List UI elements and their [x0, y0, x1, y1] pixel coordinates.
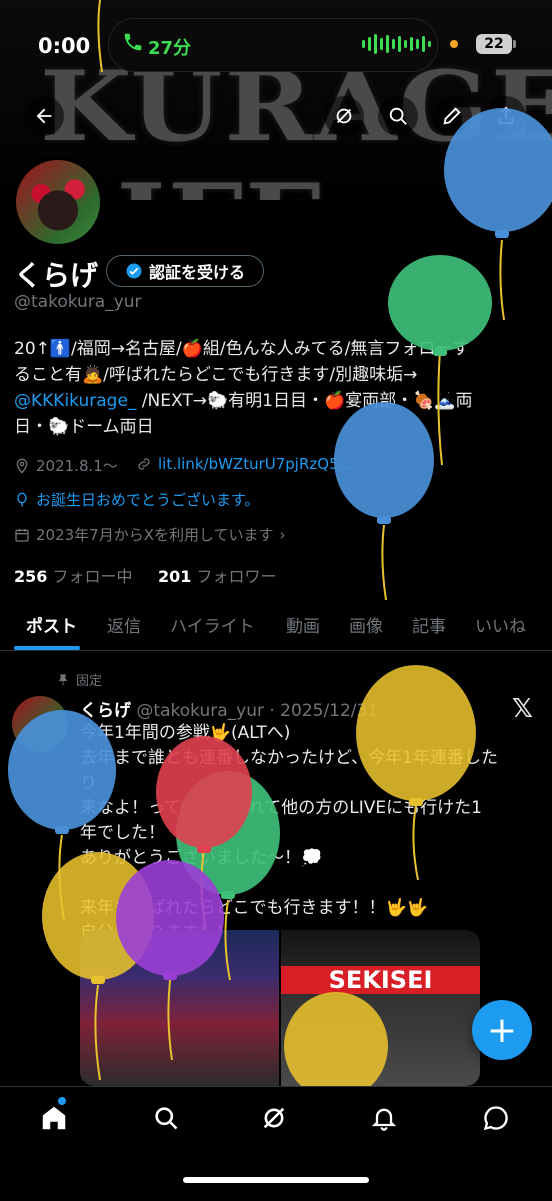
- battery-icon: 22: [476, 34, 512, 54]
- bio-line: ること有🙇/呼ばれたらどこでも行きます/別趣味垢→: [14, 365, 418, 385]
- chat-bubble-icon: [483, 1106, 508, 1131]
- profile-handle: @takokura_yur: [14, 292, 142, 312]
- bio-mention-link[interactable]: @KKKikurage_: [14, 391, 136, 411]
- active-tab-indicator: [14, 646, 80, 650]
- nav-home[interactable]: [34, 1098, 74, 1138]
- post-line: 年でした！: [80, 823, 165, 843]
- bio-line-rest: /NEXT→🐑有明1日目・🍎宴両部・🍖🗻両: [136, 391, 473, 411]
- mic-indicator-dot: [450, 40, 458, 48]
- phone-icon: [124, 33, 142, 51]
- banner-text: KURAGE LIFE: [40, 50, 552, 200]
- post-line: [80, 871, 500, 896]
- grok-icon: [263, 1107, 285, 1129]
- birthday-row: お誕生日おめでとうございます。: [14, 489, 260, 510]
- link-icon: [138, 458, 150, 470]
- tab-posts[interactable]: ポスト: [26, 612, 77, 637]
- joined-row[interactable]: 2023年7月からXを利用しています ›: [14, 524, 286, 545]
- post-line: 今年1年間の参戦🤟(ALTへ): [80, 723, 291, 743]
- tab-photos[interactable]: 画像: [349, 612, 383, 637]
- follow-stats: 256 フォロー中 201 フォロワー: [14, 563, 276, 587]
- post-line: 来なよ！って言ってくれて他の方のLIVEにも行けた1: [80, 798, 482, 818]
- tab-replies[interactable]: 返信: [107, 612, 141, 637]
- followers-count: 201: [157, 567, 192, 586]
- grok-button[interactable]: [324, 96, 364, 136]
- share-button[interactable]: [486, 96, 526, 136]
- joined-date: 2023年7月からXを利用しています: [36, 526, 274, 544]
- get-verified-label: 認証を受ける: [148, 263, 245, 282]
- post-image-1[interactable]: [80, 930, 279, 1086]
- chevron-right-icon: ›: [279, 525, 286, 544]
- home-notification-dot: [58, 1097, 66, 1105]
- tab-likes[interactable]: いいね: [475, 612, 526, 637]
- post-line: ありがとうございました～！💭: [80, 848, 323, 868]
- back-button[interactable]: [24, 96, 64, 136]
- profile-tabs: ポスト 返信 ハイライト 動画 画像 記事 いいね: [0, 598, 552, 651]
- bio-line: @KKKikurage_ /NEXT→🐑有明1日目・🍎宴両部・🍖🗻両: [14, 388, 534, 414]
- arrow-left-icon: [36, 108, 52, 124]
- followers-label: フォロワー: [196, 567, 277, 586]
- post-image-2[interactable]: SEKISEI: [281, 930, 480, 1086]
- post-text: 今年1年間の参戦🤟(ALTへ) 去年まで誰とも連番しなかったけど、今年1年連番し…: [80, 721, 500, 946]
- search-icon: [155, 1107, 178, 1130]
- get-verified-button[interactable]: 認証を受ける: [106, 255, 264, 287]
- nav-notifications[interactable]: [364, 1098, 404, 1138]
- edit-button[interactable]: [432, 96, 472, 136]
- nav-messages[interactable]: [476, 1098, 516, 1138]
- post-author-name[interactable]: くらげ: [80, 701, 131, 721]
- birth-date-row: 2021.8.1～: [14, 455, 118, 476]
- birth-date: 2021.8.1～: [36, 457, 118, 475]
- post-header: くらげ @takokura_yur · 2025/12/31: [80, 696, 378, 721]
- tab-highlights[interactable]: ハイライト: [170, 612, 255, 637]
- website-link[interactable]: lit.link/bWZturU7pjRzQ5...: [158, 455, 353, 473]
- x-logo-icon[interactable]: 𝕏: [512, 694, 533, 724]
- following-label: フォロー中: [52, 567, 133, 586]
- verified-badge-icon: [126, 263, 142, 279]
- post-author-handle[interactable]: @takokura_yur: [136, 701, 264, 721]
- bell-icon: [371, 1108, 397, 1131]
- following-stat[interactable]: 256 フォロー中: [14, 567, 133, 586]
- birthday-message: お誕生日おめでとうございます。: [36, 491, 260, 509]
- tab-videos[interactable]: 動画: [286, 612, 320, 637]
- compose-post-button[interactable]: +: [472, 1000, 532, 1060]
- pin-icon: [58, 673, 68, 685]
- tab-articles[interactable]: 記事: [412, 612, 446, 637]
- search-icon: [389, 107, 407, 125]
- location-pin-icon: [16, 458, 28, 474]
- call-duration: 27分: [148, 38, 192, 59]
- bio-line: 20↑🚹/福岡→名古屋/🍎組/色んな人みてる/無言フォローす: [14, 339, 470, 359]
- balloon-icon: [17, 492, 27, 507]
- battery-tip: [513, 40, 516, 48]
- nav-grok[interactable]: [254, 1098, 294, 1138]
- status-time: 0:00: [38, 34, 91, 58]
- home-icon: [42, 1106, 66, 1130]
- share-icon: [498, 106, 514, 125]
- grok-icon: [336, 108, 352, 124]
- search-button[interactable]: [378, 96, 418, 136]
- post-line: 来年も呼ばれたらどこでも行きます！！🤟🤟: [80, 898, 428, 918]
- calendar-icon: [15, 528, 29, 542]
- following-count: 256: [14, 567, 48, 586]
- followers-stat[interactable]: 201 フォロワー: [158, 567, 277, 586]
- display-name: くらげ: [14, 259, 99, 292]
- post-date: · 2025/12/31: [269, 701, 379, 721]
- pinned-label: 固定: [76, 674, 103, 689]
- nav-search[interactable]: [146, 1098, 186, 1138]
- pencil-icon: [443, 107, 461, 125]
- avatar[interactable]: [12, 156, 104, 248]
- profile-bio: 20↑🚹/福岡→名古屋/🍎組/色んな人みてる/無言フォローす ること有🙇/呼ばれ…: [14, 336, 534, 440]
- post-line: 去年まで誰とも連番しなかったけど、今年1年連番したり: [80, 748, 498, 793]
- website-row[interactable]: lit.link/bWZturU7pjRzQ5...: [136, 455, 353, 473]
- home-indicator[interactable]: [183, 1177, 369, 1183]
- bio-line: 日・🐑ドーム両日: [14, 417, 154, 437]
- pinned-label-row: 固定: [56, 670, 102, 689]
- post-media: SEKISEI: [80, 930, 480, 1086]
- image-text-sekisei: SEKISEI: [281, 966, 480, 994]
- post-avatar[interactable]: [12, 696, 68, 752]
- audio-waveform-icon: [362, 33, 431, 55]
